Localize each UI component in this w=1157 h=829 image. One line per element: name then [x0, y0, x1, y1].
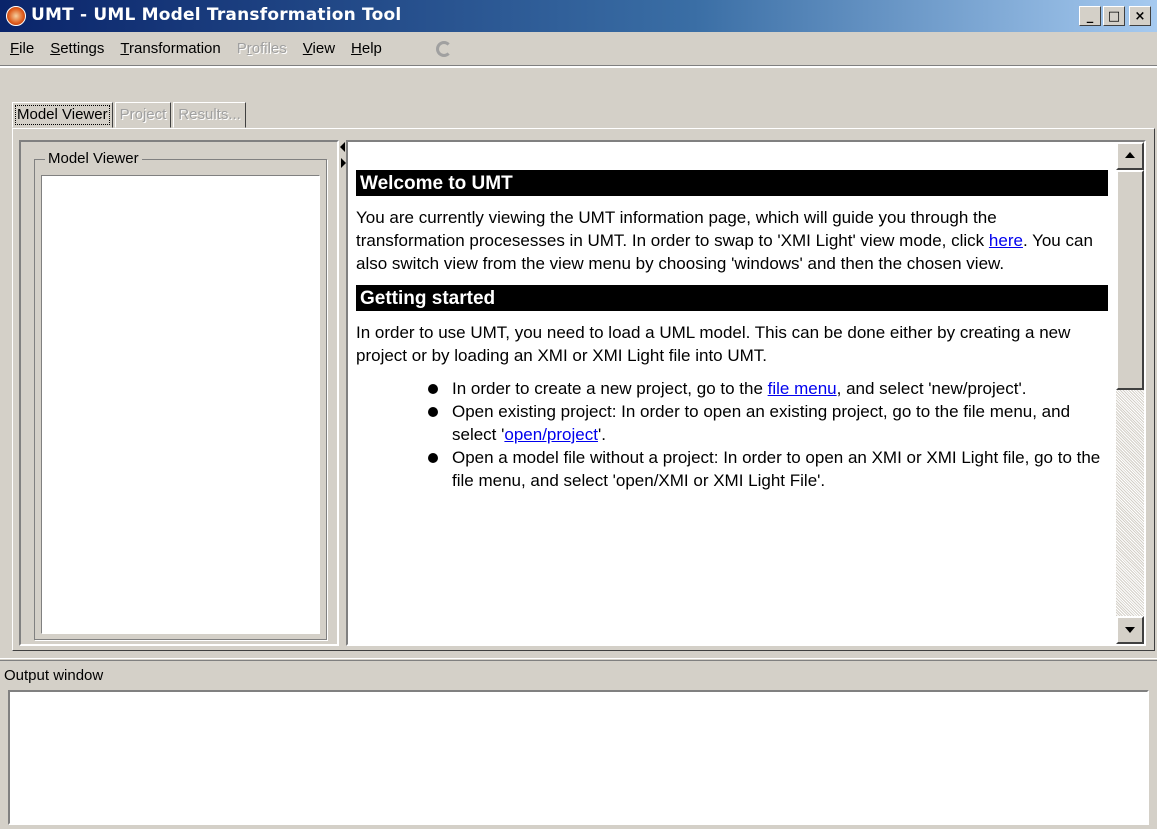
- info-page-pane[interactable]: Welcome to UMT You are currently viewing…: [346, 140, 1146, 646]
- app-icon[interactable]: [6, 6, 26, 26]
- menu-transformation-label: ransformation: [129, 40, 221, 57]
- menu-help-label: elp: [361, 40, 382, 57]
- menu-profiles-prefix: P: [236, 40, 247, 57]
- maximize-button[interactable]: □: [1103, 6, 1125, 26]
- bullet1-text-end: , and select 'new/project'.: [836, 379, 1027, 398]
- refresh-icon[interactable]: [435, 40, 452, 57]
- scroll-up-button[interactable]: [1116, 142, 1144, 170]
- menu-transformation-mnemonic: T: [120, 40, 130, 57]
- model-viewer-pane: Model Viewer: [19, 140, 339, 646]
- model-viewer-group: Model Viewer: [34, 150, 327, 640]
- menu-help[interactable]: Help: [349, 40, 392, 57]
- instructions-list: In order to create a new project, go to …: [356, 377, 1108, 492]
- file-menu-link[interactable]: file menu: [768, 379, 837, 398]
- menu-bar: File Settings Transformation Profiles Vi…: [0, 32, 1157, 66]
- collapse-left-arrow-icon[interactable]: [340, 142, 345, 152]
- welcome-text: You are currently viewing the UMT inform…: [356, 208, 997, 250]
- tab-model-viewer[interactable]: Model Viewer: [12, 102, 113, 128]
- heading-welcome: Welcome to UMT: [356, 170, 1108, 196]
- menu-view[interactable]: View: [301, 40, 345, 57]
- list-item: Open existing project: In order to open …: [428, 400, 1108, 446]
- tab-results: Results...: [173, 102, 246, 128]
- menu-view-mnemonic: V: [302, 40, 313, 57]
- open-project-link[interactable]: open/project: [504, 425, 598, 444]
- output-window-label: Output window: [4, 667, 104, 684]
- window-controls: _ □ ×: [1079, 6, 1151, 26]
- menu-file[interactable]: File: [8, 40, 44, 57]
- getting-started-paragraph: In order to use UMT, you need to load a …: [356, 323, 1071, 365]
- menu-settings-mnemonic: S: [50, 40, 61, 57]
- menu-settings[interactable]: Settings: [48, 40, 114, 57]
- info-page-content: Welcome to UMT You are currently viewing…: [356, 170, 1108, 492]
- menu-separator: [0, 66, 1157, 68]
- menu-file-mnemonic: F: [10, 40, 20, 57]
- menu-file-label: ile: [19, 40, 35, 57]
- list-item: In order to create a new project, go to …: [428, 377, 1108, 400]
- welcome-paragraph: You are currently viewing the UMT inform…: [356, 206, 1108, 275]
- here-link[interactable]: here: [989, 231, 1023, 250]
- close-button[interactable]: ×: [1129, 6, 1151, 26]
- menu-help-mnemonic: H: [351, 40, 362, 57]
- scroll-down-button[interactable]: [1116, 616, 1144, 644]
- title-bar[interactable]: UMT - UML Model Transformation Tool _ □ …: [0, 0, 1157, 32]
- bullet2-text-end: '.: [597, 425, 606, 444]
- menu-profiles-label: ofiles: [251, 40, 287, 57]
- list-item: Open a model file without a project: In …: [428, 446, 1108, 492]
- menu-view-label: iew: [312, 40, 336, 57]
- model-viewer-group-title: Model Viewer: [45, 150, 142, 167]
- menu-profiles: Profiles: [235, 40, 297, 57]
- menu-settings-label: ettings: [60, 40, 105, 57]
- bullet1-text: In order to create a new project, go to …: [452, 379, 768, 398]
- vertical-scrollbar[interactable]: [1116, 142, 1144, 644]
- model-tree[interactable]: [41, 175, 320, 634]
- scroll-thumb[interactable]: [1116, 170, 1144, 390]
- tab-strip: Model Viewer Project Results...: [12, 102, 248, 128]
- tab-project: Project: [114, 102, 172, 128]
- minimize-button[interactable]: _: [1079, 6, 1101, 26]
- menu-transformation[interactable]: Transformation: [118, 40, 230, 57]
- heading-getting-started: Getting started: [356, 285, 1108, 311]
- window-title: UMT - UML Model Transformation Tool: [31, 5, 402, 25]
- output-splitter[interactable]: [0, 658, 1157, 661]
- output-window[interactable]: [8, 690, 1149, 825]
